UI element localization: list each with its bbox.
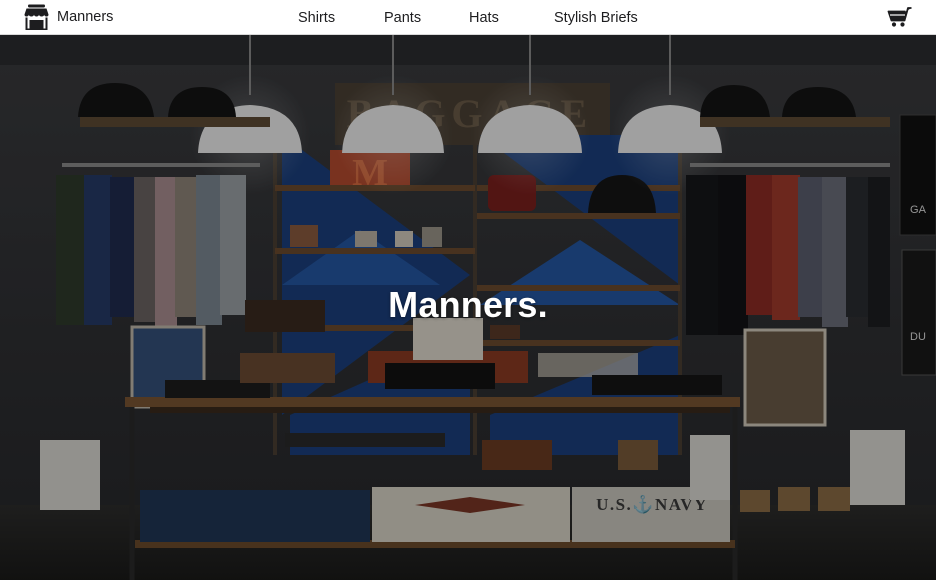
top-navigation-bar: Manners Shirts Pants Hats Stylish Briefs [0,0,936,35]
shopping-cart-icon[interactable] [887,6,913,28]
nav-item-shirts[interactable]: Shirts [298,10,335,26]
nav-item-hats[interactable]: Hats [469,10,499,26]
hero-title: Manners. [388,284,548,325]
nav-item-stylish-briefs[interactable]: Stylish Briefs [554,10,638,26]
brand-home-link[interactable]: Manners [24,3,113,31]
hero-banner: BAGGAGE M [0,35,936,580]
storefront-icon [24,4,49,30]
nav-item-pants[interactable]: Pants [384,10,421,26]
brand-name: Manners [57,9,114,25]
